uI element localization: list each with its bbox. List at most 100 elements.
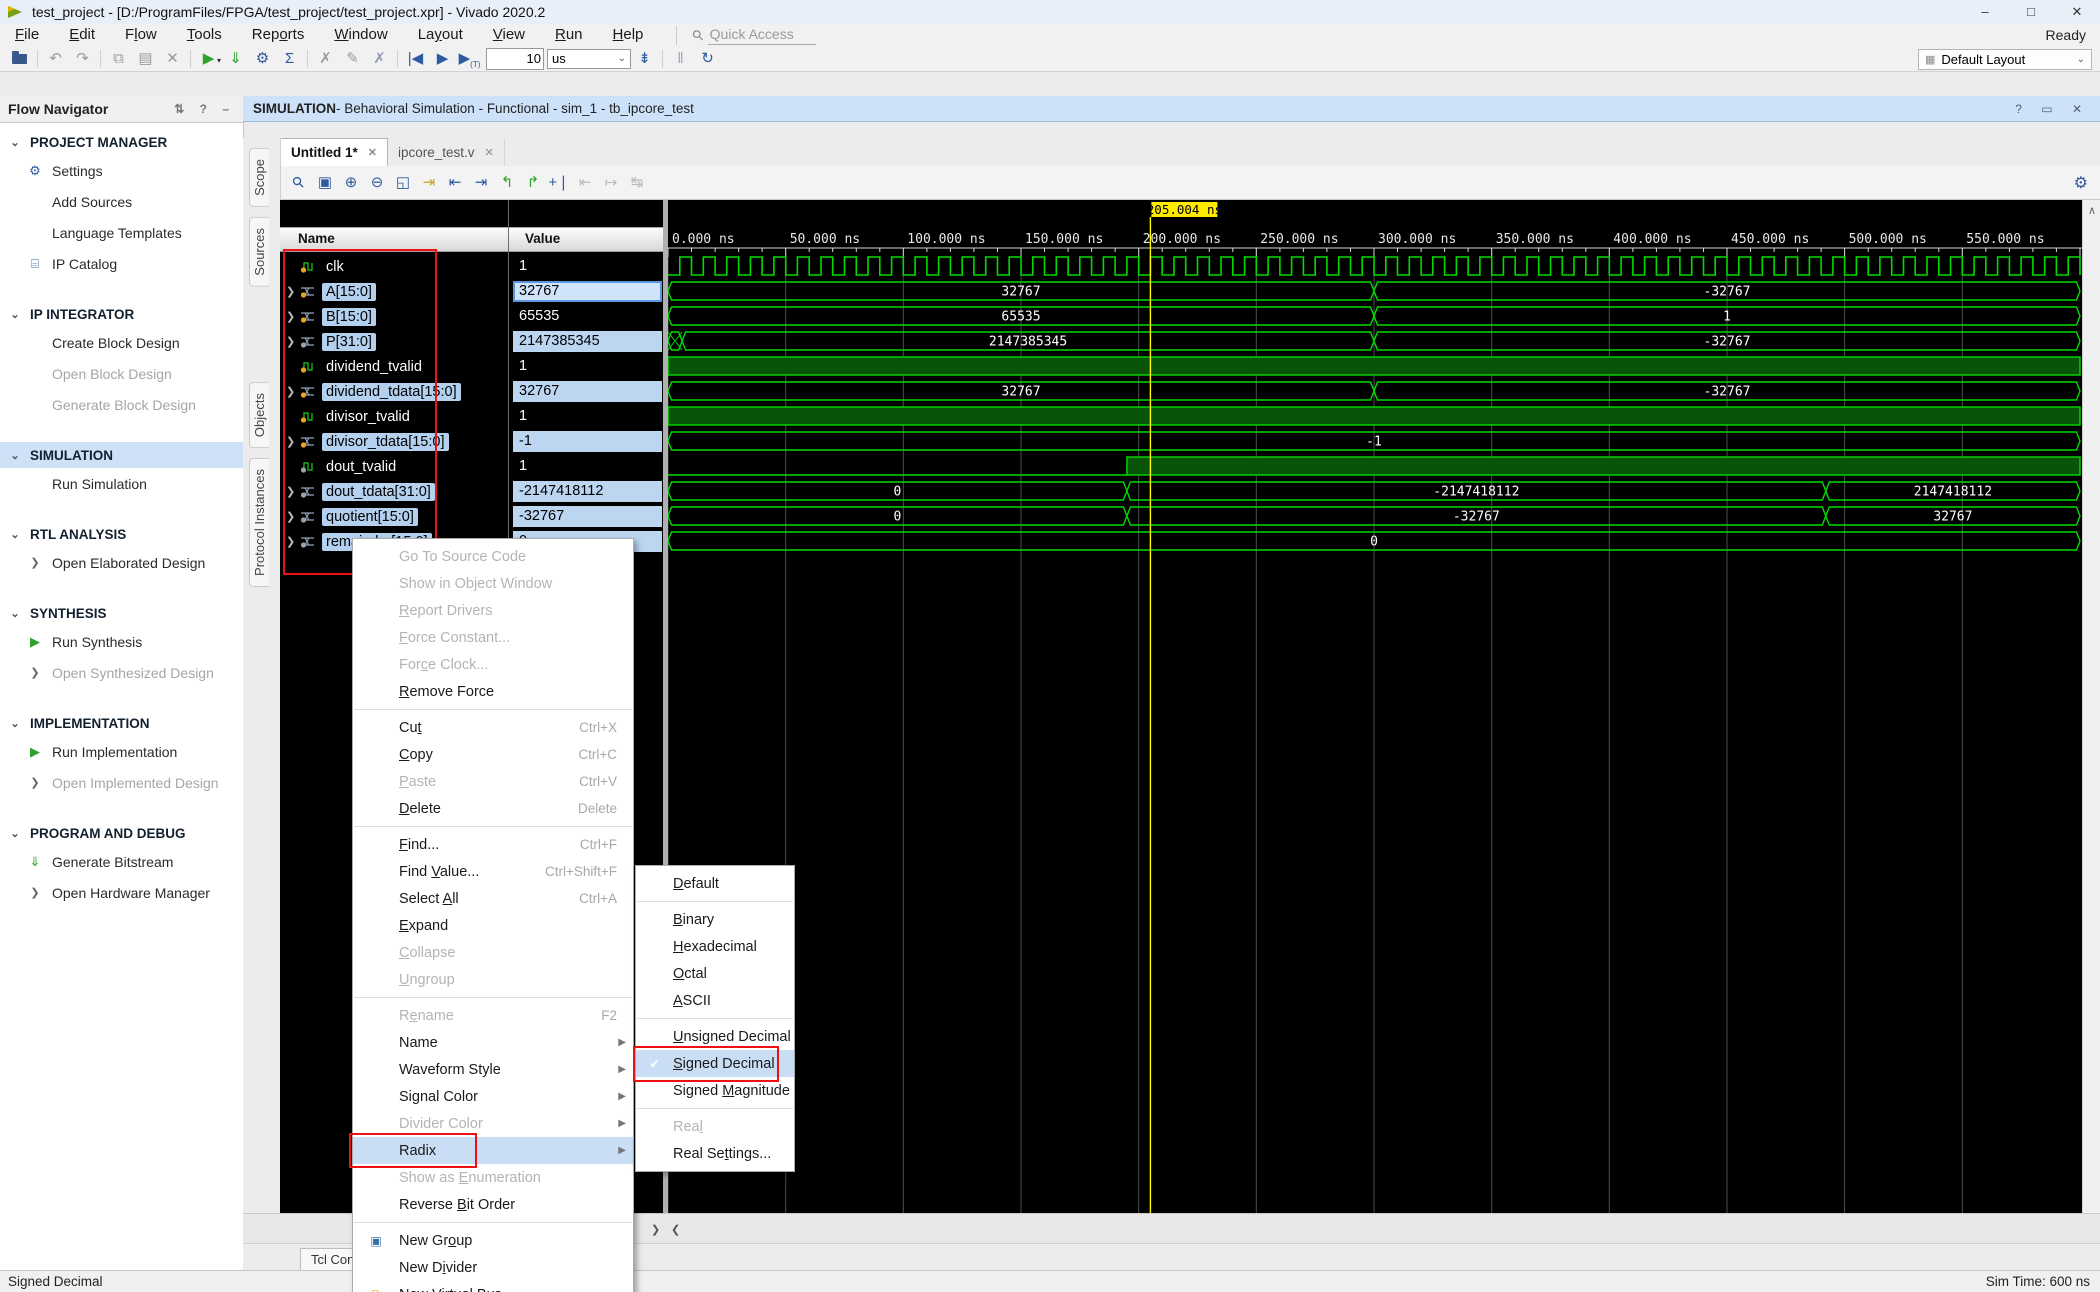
run-all-button[interactable]: ▶ xyxy=(429,47,456,71)
menu-edit[interactable]: Edit xyxy=(54,26,110,43)
menu-item-new-divider[interactable]: New Divider xyxy=(353,1254,633,1281)
flow-item-create-block-design[interactable]: Create Block Design xyxy=(0,327,243,358)
step-button[interactable]: ⇟ xyxy=(631,47,658,71)
menu-item-ascii[interactable]: ASCII xyxy=(636,987,794,1014)
flow-section-header-simulation[interactable]: ⌄SIMULATION xyxy=(0,442,243,468)
menu-help[interactable]: Help xyxy=(598,26,659,43)
delete-button[interactable]: ✕ xyxy=(159,47,186,71)
restart-simulation-button[interactable]: |◀ xyxy=(402,47,429,71)
menu-layout[interactable]: Layout xyxy=(403,26,478,43)
menu-flow[interactable]: Flow xyxy=(110,26,172,43)
flow-item-open-elaborated-design[interactable]: ❯Open Elaborated Design xyxy=(0,547,243,578)
tab-close-icon[interactable]: ✕ xyxy=(485,146,494,159)
report-summary-button[interactable]: Σ xyxy=(276,47,303,71)
goto-cursor-icon[interactable]: ⇥ xyxy=(416,171,442,195)
menu-view[interactable]: View xyxy=(478,26,540,43)
menu-item-new-virtual-bus[interactable]: ⧉New Virtual Bus xyxy=(353,1281,633,1292)
close-button[interactable]: ✕ xyxy=(2054,0,2100,24)
flow-item-run-implementation[interactable]: ▶Run Implementation xyxy=(0,736,243,767)
menu-reports[interactable]: Reports xyxy=(237,26,320,43)
signal-value-divisor-tdata-15-0[interactable]: -1 xyxy=(513,431,662,452)
flow-section-header-program-and-debug[interactable]: ⌄PROGRAM AND DEBUG xyxy=(0,820,243,846)
menu-run[interactable]: Run xyxy=(540,26,598,43)
menu-item-copy[interactable]: CopyCtrl+C xyxy=(353,741,633,768)
signal-value-divisor-tvalid[interactable]: 1 xyxy=(513,406,662,427)
menu-file[interactable]: File xyxy=(0,26,54,43)
flow-item-run-simulation[interactable]: Run Simulation xyxy=(0,468,243,499)
flow-item-generate-bitstream[interactable]: ⇓Generate Bitstream xyxy=(0,846,243,877)
flow-item-run-synthesis[interactable]: ▶Run Synthesis xyxy=(0,626,243,657)
signal-value-clk[interactable]: 1 xyxy=(513,256,662,277)
run-for-time-button[interactable]: ▶(T) xyxy=(456,47,483,71)
menu-item-signal-color[interactable]: Signal Color▶ xyxy=(353,1083,633,1110)
fit-selection-icon[interactable]: ↹ xyxy=(624,171,650,195)
open-recent-button[interactable] xyxy=(6,47,33,71)
signal-value-dividend-tvalid[interactable]: 1 xyxy=(513,356,662,377)
minimize-button[interactable]: – xyxy=(1962,0,2008,24)
side-tab-protocol-instances[interactable]: Protocol Instances xyxy=(249,458,269,587)
quick-access-search[interactable]: ⚲ Quick Access xyxy=(676,26,843,45)
undo-button[interactable]: ↶ xyxy=(42,47,69,71)
clear-breakpoints-button[interactable]: ✗ xyxy=(366,47,393,71)
paste-button[interactable]: ▤ xyxy=(132,47,159,71)
menu-item-hexadecimal[interactable]: Hexadecimal xyxy=(636,933,794,960)
tab-ipcore-test-v[interactable]: ipcore_test.v✕ xyxy=(388,139,505,166)
flow-section-header-rtl-analysis[interactable]: ⌄RTL ANALYSIS xyxy=(0,521,243,547)
signal-value-p-31-0[interactable]: 2147385345 xyxy=(513,331,662,352)
menu-item-new-group[interactable]: ▣New Group xyxy=(353,1227,633,1254)
menu-item-reverse-bit-order[interactable]: Reverse Bit Order xyxy=(353,1191,633,1218)
signal-value-dout-tvalid[interactable]: 1 xyxy=(513,456,662,477)
menu-item-find[interactable]: Find...Ctrl+F xyxy=(353,831,633,858)
menu-item-waveform-style[interactable]: Waveform Style▶ xyxy=(353,1056,633,1083)
zoom-fit-icon[interactable]: ◱ xyxy=(390,171,416,195)
signal-value-dout-tdata-31-0[interactable]: -2147418112 xyxy=(513,481,662,502)
signal-value-b-15-0[interactable]: 65535 xyxy=(513,306,662,327)
time-unit-select[interactable]: us⌄ xyxy=(547,49,631,69)
flow-item-ip-catalog[interactable]: ⌸IP Catalog xyxy=(0,248,243,279)
goto-start-icon[interactable]: ⇤ xyxy=(442,171,468,195)
tab-untitled-1[interactable]: Untitled 1*✕ xyxy=(280,138,388,166)
settings-toolbar-button[interactable]: ⚙ xyxy=(249,47,276,71)
menu-item-delete[interactable]: DeleteDelete xyxy=(353,795,633,822)
flow-section-header-project-manager[interactable]: ⌄PROJECT MANAGER xyxy=(0,129,243,155)
side-tab-objects[interactable]: Objects xyxy=(249,382,269,448)
menu-item-binary[interactable]: Binary xyxy=(636,906,794,933)
flow-section-header-ip-integrator[interactable]: ⌄IP INTEGRATOR xyxy=(0,301,243,327)
add-cursor-icon[interactable]: +❘ xyxy=(546,171,572,195)
signal-value-a-15-0[interactable]: 32767 xyxy=(513,281,662,302)
next-transition-icon[interactable]: ↱ xyxy=(520,171,546,195)
tab-close-icon[interactable]: ✕ xyxy=(368,146,377,159)
zoom-in-icon[interactable]: ⊕ xyxy=(338,171,364,195)
relaunch-simulation-button[interactable]: ↻ xyxy=(694,47,721,71)
expand-right-icon[interactable]: ❯ xyxy=(651,1223,660,1236)
redo-button[interactable]: ↷ xyxy=(69,47,96,71)
flow-item-add-sources[interactable]: Add Sources xyxy=(0,186,243,217)
goto-end-icon[interactable]: ⇥ xyxy=(468,171,494,195)
wave-settings-gear-icon[interactable]: ⚙ xyxy=(2074,173,2088,193)
zoom-out-icon[interactable]: ⊖ xyxy=(364,171,390,195)
value-column-header[interactable]: Value xyxy=(525,231,560,246)
flow-item-settings[interactable]: ⚙Settings xyxy=(0,155,243,186)
layout-selector[interactable]: ▦ Default Layout ⌄ xyxy=(1918,49,2092,70)
menu-item-real-settings[interactable]: Real Settings... xyxy=(636,1140,794,1167)
wave-vertical-scrollbar[interactable]: ∧ xyxy=(2082,200,2100,1213)
maximize-button[interactable]: □ xyxy=(2008,0,2054,24)
waveform-canvas[interactable]: 0.000 ns50.000 ns100.000 ns150.000 ns200… xyxy=(668,200,2082,1213)
abort-button[interactable]: ✗ xyxy=(312,47,339,71)
previous-transition-icon[interactable]: ↰ xyxy=(494,171,520,195)
signal-value-quotient-15-0[interactable]: -32767 xyxy=(513,506,662,527)
menu-item-select-all[interactable]: Select AllCtrl+A xyxy=(353,885,633,912)
side-tab-scope[interactable]: Scope xyxy=(249,148,269,207)
name-column-header[interactable]: Name xyxy=(298,231,335,246)
flow-navigator-header-icons[interactable]: ⇅ ? – xyxy=(174,102,235,116)
menu-item-find-value[interactable]: Find Value...Ctrl+Shift+F xyxy=(353,858,633,885)
menu-item-default[interactable]: Default xyxy=(636,870,794,897)
menu-item-cut[interactable]: CutCtrl+X xyxy=(353,714,633,741)
menu-window[interactable]: Window xyxy=(319,26,402,43)
generate-bitstream-toolbar-button[interactable]: ⇓ xyxy=(222,47,249,71)
side-tab-sources[interactable]: Sources xyxy=(249,217,269,287)
collapse-left-icon[interactable]: ❮ xyxy=(671,1223,680,1236)
menu-item-expand[interactable]: Expand xyxy=(353,912,633,939)
menu-item-octal[interactable]: Octal xyxy=(636,960,794,987)
panel-controls[interactable]: ? ▭ ✕ xyxy=(2015,102,2090,116)
